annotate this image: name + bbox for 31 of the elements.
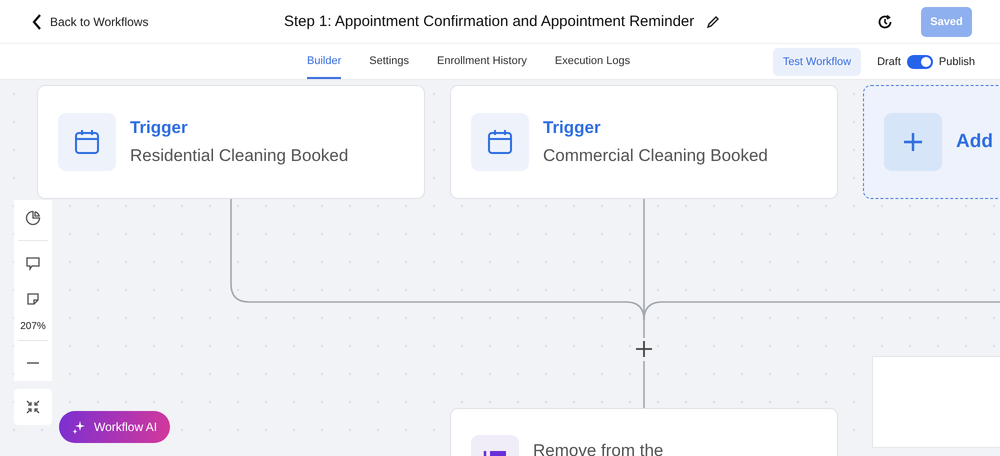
plus-icon bbox=[884, 113, 942, 171]
add-trigger-label: Add bbox=[956, 131, 993, 153]
draft-label: Draft bbox=[877, 56, 901, 68]
chevron-left-icon bbox=[32, 14, 42, 30]
trigger-name: Commercial Cleaning Booked bbox=[543, 146, 768, 166]
trigger-label: Trigger bbox=[543, 118, 602, 138]
sparkle-icon bbox=[72, 420, 86, 434]
test-workflow-button[interactable]: Test Workflow bbox=[772, 48, 862, 76]
trigger-card[interactable]: Trigger Residential Cleaning Booked bbox=[37, 85, 425, 199]
action-name: Remove from the bbox=[533, 441, 664, 456]
fit-view-icon[interactable] bbox=[14, 389, 52, 425]
calendar-icon bbox=[471, 113, 529, 171]
tab[interactable]: Enrollment History bbox=[437, 44, 527, 79]
action-card[interactable]: Remove from the bbox=[450, 408, 838, 456]
trigger-name: Residential Cleaning Booked bbox=[130, 146, 348, 166]
workflow-title: Step 1: Appointment Confirmation and Appointment Reminder bbox=[284, 13, 694, 30]
publish-label: Publish bbox=[938, 56, 975, 68]
calendar-icon bbox=[58, 113, 116, 171]
trigger-label: Trigger bbox=[130, 118, 189, 138]
trigger-card[interactable]: Trigger Commercial Cleaning Booked bbox=[450, 85, 838, 199]
zoom-level: 207% bbox=[20, 320, 46, 334]
publish-toggle[interactable] bbox=[906, 54, 933, 68]
tab[interactable]: Execution Logs bbox=[554, 44, 630, 79]
history-icon[interactable] bbox=[877, 14, 893, 30]
connector-line bbox=[643, 361, 645, 408]
pencil-icon[interactable] bbox=[706, 14, 720, 28]
add-trigger-card[interactable]: Add bbox=[863, 85, 1000, 199]
back-link[interactable]: Back to Workflows bbox=[32, 14, 252, 30]
tab[interactable]: Settings bbox=[369, 44, 409, 79]
workflow-ai-button[interactable]: Workflow AI bbox=[59, 411, 170, 443]
plus-icon[interactable] bbox=[635, 340, 653, 358]
